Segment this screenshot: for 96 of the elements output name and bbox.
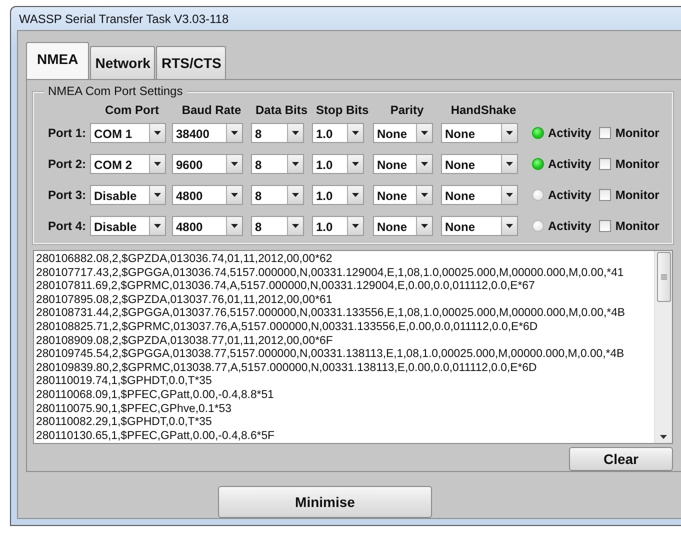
caret-icon bbox=[421, 192, 428, 196]
dropdown[interactable]: COM 2 bbox=[90, 154, 166, 174]
dropdown[interactable]: None bbox=[373, 184, 433, 204]
window-title: WASSP Serial Transfer Task V3.03-118 bbox=[18, 10, 230, 28]
caret-icon bbox=[421, 224, 428, 228]
column-header: Com Port bbox=[104, 103, 160, 117]
caret-icon bbox=[352, 130, 359, 134]
caret-icon bbox=[506, 224, 513, 228]
port-label: Port 4: bbox=[47, 218, 88, 232]
dropdown[interactable]: None bbox=[441, 184, 518, 204]
dropdown[interactable]: 1.0 bbox=[312, 184, 364, 204]
activity-label: Activity bbox=[548, 218, 592, 232]
column-header: Data Bits bbox=[255, 103, 308, 117]
activity-label: Activity bbox=[548, 188, 592, 202]
log-line: 280110068.09,1,$PFEC,GPatt,0.00,-0.4,8.8*51 bbox=[36, 388, 275, 403]
port-label: Port 3: bbox=[47, 188, 88, 202]
log-line: 280110019.74,1,$GPHDT,0.0,T*35 bbox=[36, 375, 213, 389]
log-line: 280107811.69,2,$GPRMC,013036.74,A,5157.000000,N,00331.129004,E,0.00,0.0,011112,0.0,E*67 bbox=[36, 280, 536, 294]
grip-icon bbox=[660, 274, 666, 280]
log-line: 280108909.08,2,$GPZDA,013038.77,01,11,2012,00,00*6F bbox=[36, 334, 334, 348]
activity-label: Activity bbox=[548, 126, 592, 140]
caret-icon bbox=[154, 224, 161, 228]
log-line: 280108825.71,2,$GPRMC,013037.76,A,5157.000000,N,00331.133556,E,0.00,0.0,011112,0.0,E*6D bbox=[36, 320, 539, 335]
caret-icon bbox=[154, 192, 161, 196]
dropdown[interactable]: None bbox=[441, 154, 518, 174]
dropdown[interactable]: 1.0 bbox=[312, 216, 364, 236]
minimise-button[interactable]: Minimise bbox=[218, 486, 432, 518]
caret-icon bbox=[506, 130, 513, 134]
caret-icon bbox=[506, 192, 513, 196]
dropdown[interactable]: None bbox=[373, 216, 433, 236]
tab[interactable]: NMEA bbox=[26, 42, 90, 79]
caret-icon bbox=[292, 162, 299, 166]
log-line: 280108731.44,2,$GPGGA,013037.76,5157.000000,N,00331.133556,E,1,08,1.0,00025.000,M,00000.000,M,0.00,*4B bbox=[36, 307, 626, 321]
column-header: Parity bbox=[389, 103, 425, 117]
clear-button[interactable]: Clear bbox=[569, 447, 673, 471]
dropdown[interactable]: 4800 bbox=[172, 216, 243, 236]
scroll-down-icon[interactable] bbox=[660, 435, 667, 439]
column-header: HandShake bbox=[450, 103, 518, 117]
dropdown[interactable]: 8 bbox=[251, 154, 304, 174]
caret-icon bbox=[421, 130, 428, 134]
monitor-label: Monitor bbox=[615, 126, 660, 140]
monitor-checkbox[interactable] bbox=[599, 220, 612, 232]
dropdown[interactable]: 4800 bbox=[172, 184, 243, 204]
dropdown[interactable]: 1.0 bbox=[312, 154, 364, 174]
caret-icon bbox=[506, 162, 513, 166]
dropdown[interactable]: Disable bbox=[90, 184, 166, 204]
caret-icon bbox=[154, 130, 161, 134]
caret-icon bbox=[231, 162, 238, 166]
log-line: 280107895.08,2,$GPZDA,013037.76,01,11,2012,00,00*61 bbox=[36, 294, 334, 308]
caret-icon bbox=[292, 192, 299, 196]
monitor-checkbox[interactable] bbox=[599, 188, 612, 200]
caret-icon bbox=[154, 162, 161, 166]
activity-label: Activity bbox=[548, 156, 592, 170]
dropdown[interactable]: None bbox=[373, 154, 433, 174]
group-title: NMEA Com Port Settings bbox=[44, 84, 187, 98]
dropdown[interactable]: 8 bbox=[251, 184, 304, 204]
caret-icon bbox=[352, 192, 359, 196]
monitor-label: Monitor bbox=[615, 188, 660, 202]
caret-icon bbox=[352, 162, 359, 166]
monitor-label: Monitor bbox=[615, 218, 660, 232]
tab[interactable]: RTS/CTS bbox=[156, 46, 226, 79]
dropdown[interactable]: None bbox=[373, 122, 433, 142]
caret-icon bbox=[421, 162, 428, 166]
dropdown[interactable]: None bbox=[441, 122, 518, 142]
caret-icon bbox=[231, 130, 238, 134]
port-label: Port 1: bbox=[47, 126, 88, 140]
monitor-label: Monitor bbox=[615, 156, 660, 170]
dropdown[interactable]: 8 bbox=[251, 122, 304, 142]
dropdown[interactable]: None bbox=[441, 216, 518, 236]
scroll-thumb[interactable] bbox=[656, 252, 670, 302]
caret-icon bbox=[231, 192, 238, 196]
log-line: 280110082.29,1,$GPHDT,0.0,T*35 bbox=[36, 416, 213, 430]
caret-icon bbox=[292, 224, 299, 228]
log-line: 280110130.65,1,$PFEC,GPatt,0.00,-0.4,8.6*5F bbox=[36, 430, 276, 443]
log-textarea[interactable] bbox=[33, 250, 673, 444]
dropdown[interactable]: COM 1 bbox=[90, 122, 166, 142]
column-header: Baud Rate bbox=[180, 103, 242, 117]
monitor-checkbox[interactable] bbox=[599, 126, 612, 138]
caret-icon bbox=[352, 224, 359, 228]
port-label: Port 2: bbox=[47, 156, 88, 170]
dropdown[interactable]: 9600 bbox=[172, 154, 243, 174]
dropdown[interactable]: 1.0 bbox=[312, 122, 364, 142]
column-header: Stop Bits bbox=[316, 103, 368, 117]
log-line: 280110075.90,1,$PFEC,GPhve,0.1*53 bbox=[36, 402, 232, 416]
log-line: 280109745.54,2,$GPGGA,013038.77,5157.000000,N,00331.138113,E,1,08,1.0,00025.000,M,00000.000,M,0.00,*4B bbox=[36, 348, 626, 362]
dropdown[interactable]: 38400 bbox=[172, 122, 243, 142]
dropdown[interactable]: Disable bbox=[90, 216, 166, 236]
caret-icon bbox=[292, 130, 299, 134]
caret-icon bbox=[231, 224, 238, 228]
scrollbar[interactable] bbox=[654, 251, 672, 443]
log-line: 280109839.80,2,$GPRMC,013038.77,A,5157.000000,N,00331.138113,E,0.00,0.0,011112,0.0,E*6D bbox=[36, 362, 538, 376]
tab[interactable]: Network bbox=[90, 46, 156, 79]
log-line: 280107717.43,2,$GPGGA,013036.74,5157.000000,N,00331.129004,E,1,08,1.0,00025.000,M,00000.000,M,0.00,*41 bbox=[36, 266, 625, 280]
monitor-checkbox[interactable] bbox=[599, 158, 612, 170]
log-line: 280106882.08,2,$GPZDA,013036.74,01,11,2012,00,00*62 bbox=[36, 253, 334, 267]
dropdown[interactable]: 8 bbox=[251, 216, 304, 236]
